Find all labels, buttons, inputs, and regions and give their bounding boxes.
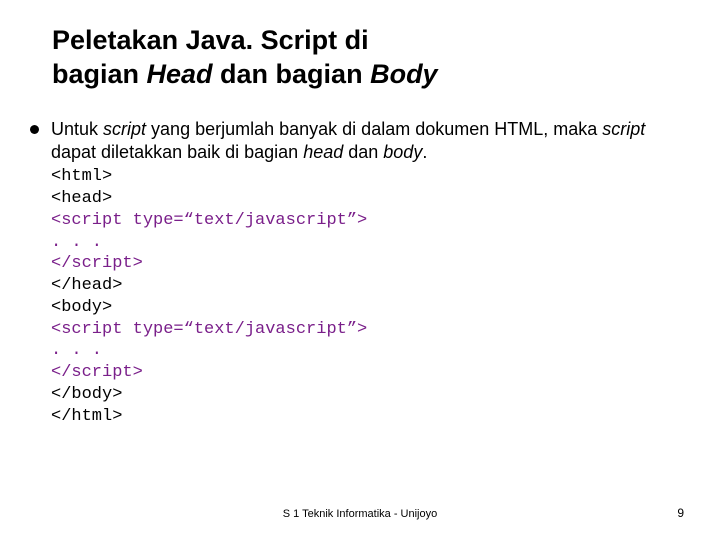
slide-title: Peletakan Java. Script di bagian Head da… (52, 24, 684, 92)
txt: dan (343, 142, 383, 162)
code-line: <html> (51, 166, 684, 188)
txt: yang berjumlah banyak di dalam dokumen H… (146, 119, 602, 139)
txt-italic: script (602, 119, 645, 139)
code-seg: </scr (51, 363, 102, 382)
bullet-content: Untuk script yang berjumlah banyak di da… (51, 118, 684, 428)
code-line: </script> (51, 362, 684, 384)
code-line: </script> (51, 253, 684, 275)
txt-italic: head (303, 142, 343, 162)
code-line: . . . (51, 232, 684, 254)
code-seg: ipt> (102, 254, 143, 273)
code-line: <script type=“text/javascript”> (51, 319, 684, 341)
txt-italic: script (103, 119, 146, 139)
bullet-text: Untuk script yang berjumlah banyak di da… (51, 118, 684, 165)
code-line: . . . (51, 340, 684, 362)
code-seg: </scr (51, 254, 102, 273)
title-body-word: Body (370, 59, 438, 89)
code-block: <html> <head> <script type=“text/javascr… (51, 166, 684, 427)
title-line1: Peletakan Java. Script di (52, 25, 369, 55)
txt: Untuk (51, 119, 103, 139)
title-line2-c: dan bagian (213, 59, 371, 89)
code-line: <body> (51, 297, 684, 319)
txt: dapat diletakkan baik di bagian (51, 142, 303, 162)
code-seg: ipt> (102, 363, 143, 382)
code-line: </body> (51, 384, 684, 406)
code-line: <head> (51, 188, 684, 210)
bullet-item: Untuk script yang berjumlah banyak di da… (52, 118, 684, 428)
bullet-icon (30, 125, 39, 134)
slide: Peletakan Java. Script di bagian Head da… (0, 0, 720, 540)
code-line: <script type=“text/javascript”> (51, 210, 684, 232)
footer-text: S 1 Teknik Informatika - Unijoyo (0, 508, 720, 520)
title-head-word: Head (147, 59, 213, 89)
page-number: 9 (677, 506, 684, 520)
txt: . (422, 142, 427, 162)
code-line: </html> (51, 406, 684, 428)
txt-italic: body (383, 142, 422, 162)
code-line: </head> (51, 275, 684, 297)
title-line2-a: bagian (52, 59, 147, 89)
footer: S 1 Teknik Informatika - Unijoyo 9 (0, 508, 720, 520)
